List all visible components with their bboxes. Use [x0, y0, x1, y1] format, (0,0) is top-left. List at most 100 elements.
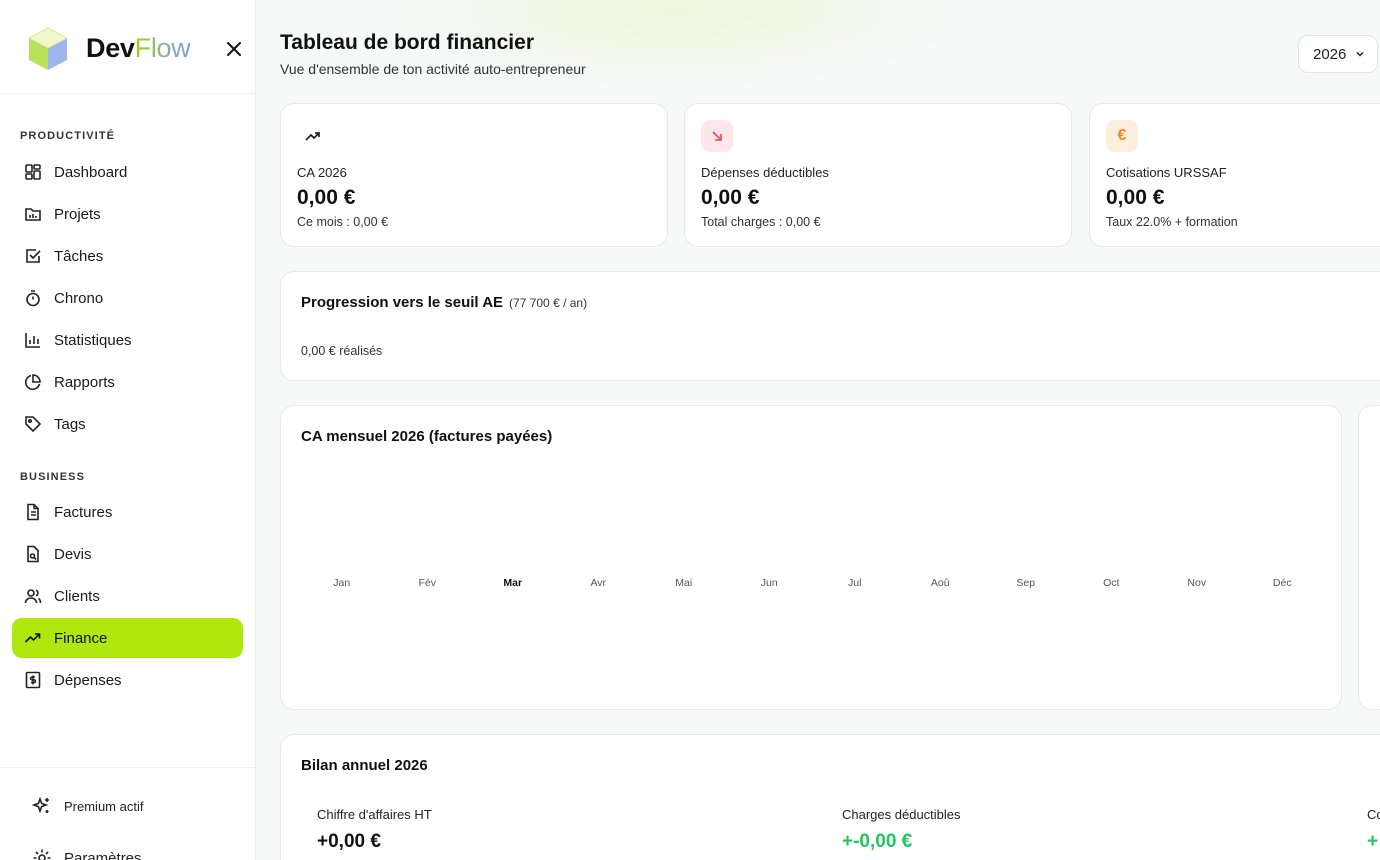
brand-header: DevFlow	[0, 0, 255, 94]
logo-cube-icon	[27, 27, 69, 70]
sidebar-item-taches[interactable]: Tâches	[12, 236, 243, 276]
chart-tick-label-2: Mar	[503, 577, 522, 589]
chart-tick-label-0: Jan	[333, 577, 350, 589]
sidebar-item-label: Devis	[54, 545, 92, 563]
chart-tick-label-9: Oct	[1103, 577, 1119, 589]
stat-card-ca: CA 2026 0,00 € Ce mois : 0,00 €	[280, 103, 668, 247]
bar-chart-icon	[24, 331, 42, 349]
summary-label-ca: Chiffre d'affaires HT	[317, 807, 432, 822]
chart-tick-label-10: Nov	[1187, 577, 1206, 589]
close-icon	[227, 42, 241, 56]
checkbox-icon	[24, 247, 42, 265]
sidebar-item-label: Rapports	[54, 373, 115, 391]
annual-summary-title: Bilan annuel 2026	[301, 757, 428, 774]
sidebar-item-chrono[interactable]: Chrono	[12, 278, 243, 318]
annual-summary-card: Bilan annuel 2026 Chiffre d'affaires HT …	[280, 734, 1380, 860]
sidebar-item-tags[interactable]: Tags	[12, 404, 243, 444]
stopwatch-icon	[24, 289, 42, 307]
gear-icon	[32, 848, 52, 860]
stat-label: CA 2026	[297, 165, 347, 180]
section-title-business: BUSINESS	[20, 471, 86, 483]
stat-label: Dépenses déductibles	[701, 165, 829, 180]
progress-title-text: Progression vers le seuil AE	[301, 294, 504, 311]
summary-value-charges: +-0,00 €	[842, 831, 913, 852]
sidebar-item-projets[interactable]: Projets	[12, 194, 243, 234]
progress-title: Progression vers le seuil AE (77 700 € / …	[301, 294, 587, 311]
sidebar-item-label: Factures	[54, 503, 113, 521]
tag-icon	[24, 415, 42, 433]
settings-label: Paramètres	[64, 849, 142, 860]
progress-card: Progression vers le seuil AE (77 700 € / …	[280, 271, 1380, 381]
settings-link[interactable]: Paramètres	[32, 848, 142, 860]
sidebar-item-clients[interactable]: Clients	[12, 576, 243, 616]
page-subtitle: Vue d'ensemble de ton activité auto-entr…	[280, 61, 586, 77]
stat-value: 0,00 €	[297, 186, 356, 209]
pie-chart-icon	[24, 373, 42, 391]
chart-tick-label-8: Sep	[1016, 577, 1035, 589]
sidebar-item-label: Clients	[54, 587, 100, 605]
brand-name: DevFlow	[86, 33, 191, 63]
sidebar-item-label: Statistiques	[54, 331, 132, 349]
close-sidebar-button[interactable]	[222, 37, 246, 61]
main-content: Tableau de bord financier Vue d'ensemble…	[256, 0, 1380, 860]
chart-tick-label-6: Jul	[848, 577, 861, 589]
brand-name-flow: Flow	[134, 33, 191, 63]
chevron-down-icon	[1356, 51, 1364, 57]
folder-icon	[24, 205, 42, 223]
progress-threshold-note: (77 700 € / an)	[509, 296, 588, 310]
monthly-revenue-chart: Jan Fév Mar Avr Mai Jun Jul Aoû Sep Oct Nov Déc	[333, 577, 1291, 589]
sidebar-item-devis[interactable]: Devis	[12, 534, 243, 574]
premium-label: Premium actif	[64, 798, 144, 814]
sidebar-item-label: Finance	[54, 629, 108, 647]
layout-grid-icon	[24, 163, 42, 181]
brand-name-dev: Dev	[86, 33, 135, 63]
file-search-icon	[24, 545, 42, 563]
sidebar-item-rapports[interactable]: Rapports	[12, 362, 243, 402]
sidebar-item-label: Tâches	[54, 247, 104, 265]
summary-label-clipped: Co	[1367, 807, 1380, 822]
side-card-clipped	[1358, 405, 1380, 710]
monthly-revenue-chart-card: CA mensuel 2026 (factures payées) Jan Fév…	[280, 405, 1342, 710]
chart-tick-label-4: Mai	[675, 577, 692, 589]
premium-status[interactable]: Premium actif	[32, 796, 143, 816]
receipt-dollar-icon	[24, 671, 42, 689]
progress-realised: 0,00 € réalisés	[301, 344, 383, 358]
sidebar-item-statistiques[interactable]: Statistiques	[12, 320, 243, 360]
sidebar-item-label: Dashboard	[54, 163, 128, 181]
app-root: DevFlow PRODUCTIVITÉ Dashboard Projets T…	[0, 0, 1380, 860]
stat-sub: Ce mois : 0,00 €	[297, 215, 389, 229]
sidebar-item-label: Chrono	[54, 289, 104, 307]
chart-tick-label-3: Avr	[590, 577, 606, 589]
sparkles-icon	[32, 796, 52, 816]
sidebar-item-label: Dépenses	[54, 671, 122, 689]
chart-tick-label-5: Jun	[761, 577, 778, 589]
sidebar-footer: Premium actif Paramètres	[0, 767, 255, 860]
stat-value: 0,00 €	[1106, 186, 1165, 209]
file-text-icon	[24, 503, 42, 521]
sidebar-item-label: Tags	[54, 415, 86, 433]
stat-label: Cotisations URSSAF	[1106, 165, 1227, 180]
trending-up-icon	[297, 120, 329, 152]
euro-icon: €	[1106, 120, 1138, 152]
sidebar-item-depenses[interactable]: Dépenses	[12, 660, 243, 700]
summary-value-ca: +0,00 €	[317, 831, 381, 852]
stat-sub: Total charges : 0,00 €	[701, 215, 821, 229]
arrow-down-right-icon	[701, 120, 733, 152]
stat-value: 0,00 €	[701, 186, 760, 209]
section-title-productivite: PRODUCTIVITÉ	[20, 130, 116, 142]
summary-label-charges: Charges déductibles	[842, 807, 961, 822]
sidebar-item-finance[interactable]: Finance	[12, 618, 243, 658]
stat-sub: Taux 22.0% + formation	[1106, 215, 1238, 229]
sidebar-item-factures[interactable]: Factures	[12, 492, 243, 532]
stat-card-depenses: Dépenses déductibles 0,00 € Total charge…	[684, 103, 1072, 247]
chart-tick-label-1: Fév	[418, 577, 436, 589]
page-title: Tableau de bord financier	[280, 31, 534, 54]
year-select[interactable]: 2026	[1298, 35, 1378, 73]
chart-tick-label-7: Aoû	[931, 577, 950, 589]
sidebar-item-dashboard[interactable]: Dashboard	[12, 152, 243, 192]
summary-value-clipped: +	[1367, 831, 1379, 852]
year-select-value: 2026	[1313, 45, 1347, 63]
sidebar: DevFlow PRODUCTIVITÉ Dashboard Projets T…	[0, 0, 256, 860]
users-icon	[24, 587, 42, 605]
trending-up-icon	[24, 629, 42, 647]
